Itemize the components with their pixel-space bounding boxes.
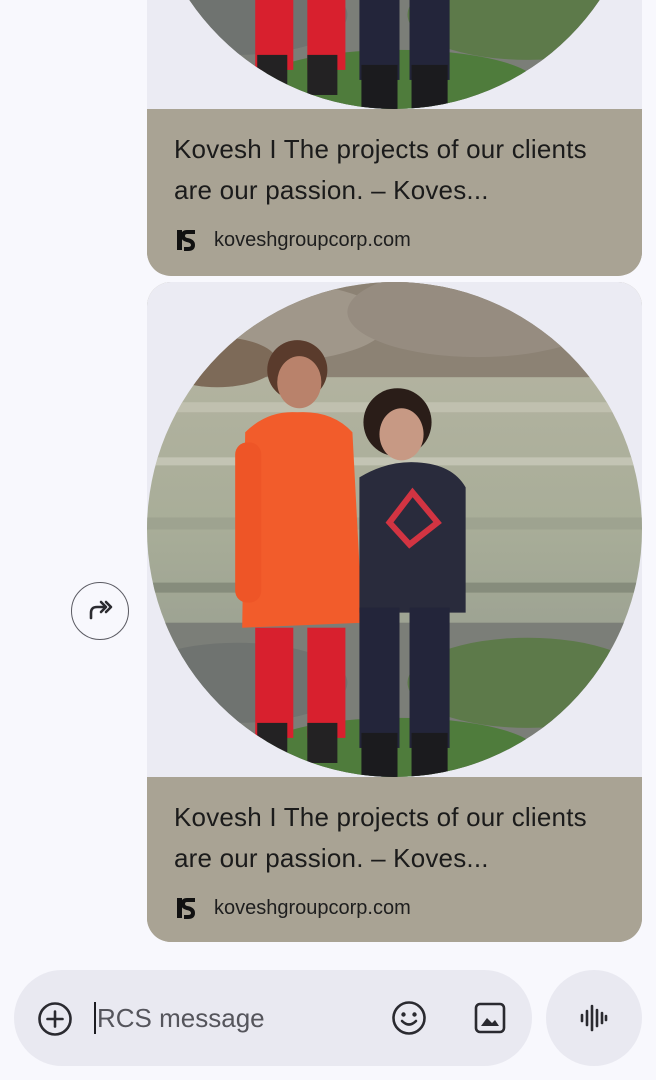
link-preview-card[interactable]: Kovesh I The projects of our clients are…: [147, 0, 642, 276]
preview-title: Kovesh I The projects of our clients are…: [174, 134, 587, 205]
preview-source: koveshgroupcorp.com: [174, 227, 411, 253]
preview-info[interactable]: Kovesh I The projects of our clients are…: [147, 777, 642, 942]
preview-image[interactable]: [147, 0, 642, 109]
preview-info[interactable]: Kovesh I The projects of our clients are…: [147, 109, 642, 274]
gallery-icon[interactable]: [471, 999, 509, 1037]
preview-domain: koveshgroupcorp.com: [214, 896, 411, 919]
forward-button[interactable]: [71, 582, 129, 640]
preview-image[interactable]: [147, 282, 642, 777]
forward-icon: [89, 600, 113, 620]
voice-message-button[interactable]: [546, 970, 642, 1066]
voice-waveform-icon: [580, 1004, 608, 1032]
text-caret: [94, 1002, 96, 1034]
message-composer[interactable]: RCS message: [14, 970, 532, 1066]
site-logo-icon: [177, 898, 195, 919]
message-input-placeholder: RCS message: [97, 1002, 265, 1033]
message-thread[interactable]: Kovesh I The projects of our clients are…: [0, 0, 656, 960]
link-preview-card[interactable]: Kovesh I The projects of our clients are…: [147, 282, 642, 942]
message-input[interactable]: RCS message: [94, 998, 265, 1038]
preview-title: Kovesh I The projects of our clients are…: [174, 802, 587, 873]
preview-domain: koveshgroupcorp.com: [214, 228, 411, 251]
site-logo-icon: [177, 230, 195, 251]
plus-circle-icon[interactable]: [36, 1000, 74, 1038]
preview-source: koveshgroupcorp.com: [174, 895, 411, 921]
emoji-icon[interactable]: [390, 999, 428, 1037]
